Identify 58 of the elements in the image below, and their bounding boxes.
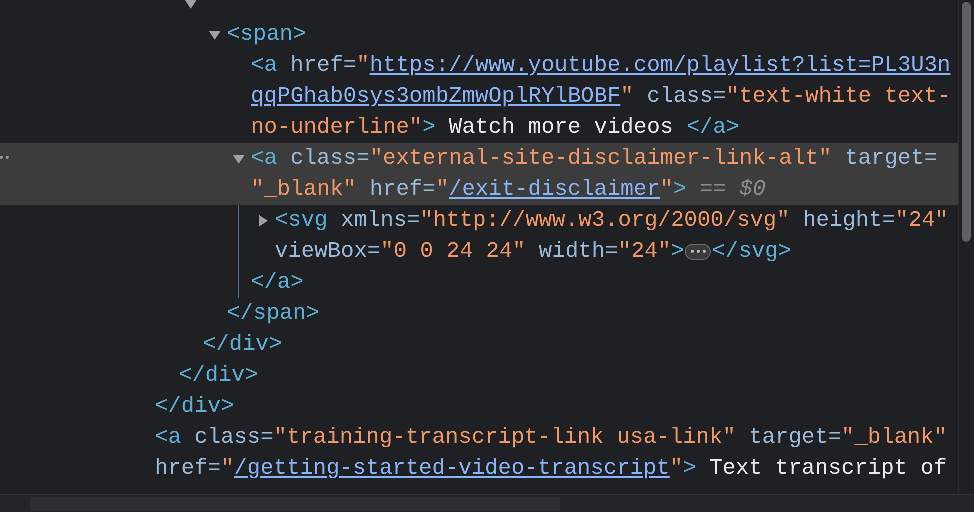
- tag-name: </span>: [227, 300, 320, 328]
- attribute-value: "training-transcript-link usa-link": [274, 424, 736, 452]
- ellipsis-icon[interactable]: [685, 244, 712, 260]
- attribute-value: ": [356, 52, 370, 80]
- attribute-value: "0 0 24 24": [380, 238, 526, 266]
- attribute-name: viewBox=: [275, 238, 381, 266]
- tag-name: </div>: [155, 393, 234, 421]
- link[interactable]: /exit-disclaimer: [449, 173, 660, 206]
- tag-name: </a>: [686, 114, 740, 142]
- attribute-name: class=: [194, 424, 274, 452]
- tag-name: >: [683, 455, 696, 483]
- tag-name: </div>: [203, 331, 282, 359]
- attribute-value: ": [436, 176, 450, 204]
- attribute-name: class=: [646, 83, 726, 111]
- attribute-value: "http://www.w3.org/2000/svg": [420, 207, 790, 235]
- collapsed-triangle-icon[interactable]: [257, 214, 269, 226]
- link[interactable]: https://www.youtube.com/playlist?list=PL3U3n: [370, 49, 951, 82]
- attribute-value: "text-white text-: [726, 83, 951, 111]
- tag-name: >: [671, 238, 684, 266]
- selected-node-marker: == $0: [698, 176, 766, 204]
- expanded-triangle-icon[interactable]: [185, 0, 197, 10]
- attribute-value: "_blank": [842, 424, 948, 452]
- attribute-name: xmlns=: [340, 207, 420, 235]
- text-content: Text transcript of: [708, 455, 948, 483]
- tag-name: <a: [251, 52, 278, 80]
- link[interactable]: /getting-started-video-transcript: [234, 452, 670, 485]
- attribute-name: href=: [155, 455, 222, 483]
- tag-name: <a: [251, 145, 278, 173]
- attribute-name: href=: [290, 52, 357, 80]
- attribute-value: ": [660, 176, 674, 204]
- tag-name: <span>: [227, 21, 306, 49]
- tag-name: >: [422, 114, 436, 142]
- attribute-value: ": [670, 455, 684, 483]
- attribute-name: class=: [290, 145, 370, 173]
- expanded-triangle-icon[interactable]: [233, 152, 245, 164]
- tag-name: >: [673, 176, 687, 204]
- attribute-name: href=: [368, 176, 436, 204]
- tag-name: </div>: [179, 362, 258, 390]
- tag-name: <a: [155, 424, 182, 452]
- tag-name: </svg>: [712, 238, 792, 266]
- tag-name: </a>: [251, 269, 304, 297]
- tag-name: <svg: [275, 207, 328, 235]
- vertical-scrollbar[interactable]: [958, 0, 974, 494]
- attribute-value: ": [221, 455, 234, 483]
- attribute-value: ": [620, 83, 634, 111]
- expanded-triangle-icon[interactable]: [209, 28, 221, 40]
- attribute-value: "_blank": [251, 176, 357, 204]
- attribute-value: no-underline": [251, 114, 423, 142]
- text-content: Watch more videos: [448, 114, 674, 142]
- more-icon[interactable]: [0, 156, 9, 159]
- attribute-name: target=: [748, 424, 842, 452]
- attribute-value: "24": [896, 207, 948, 235]
- attribute-name: target=: [844, 145, 938, 173]
- attribute-name: width=: [538, 238, 618, 266]
- attribute-value: "external-site-disclaimer-link-alt": [370, 145, 832, 173]
- attribute-value: "24": [618, 238, 672, 266]
- attribute-name: height=: [802, 207, 896, 235]
- link[interactable]: qqPGhab0sys3ombZmwOplRYlBOBF: [251, 80, 621, 113]
